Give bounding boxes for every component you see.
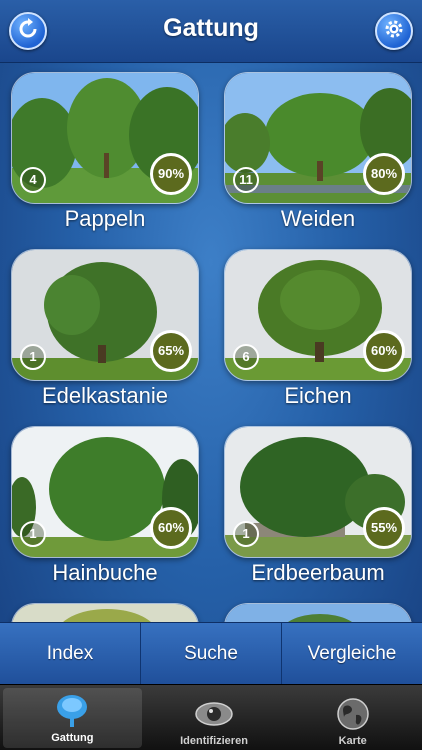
genus-card-erdbeerbaum[interactable]: 1 55% Erdbeerbaum: [224, 426, 412, 585]
genus-card-pappeln[interactable]: 4 90% Pappeln: [11, 72, 199, 231]
count-badge: 1: [20, 344, 46, 370]
genus-grid: 4 90% Pappeln 11 80% Weiden 1 65% Edelka…: [0, 62, 422, 622]
search-button[interactable]: Suche: [141, 623, 282, 685]
genus-name: Erdbeerbaum: [251, 560, 385, 585]
globe-icon: [333, 697, 373, 731]
genus-card-next-left[interactable]: [11, 603, 199, 622]
settings-button[interactable]: [375, 12, 413, 50]
count-badge: 11: [233, 167, 259, 193]
tree-photo: 4 90%: [11, 72, 199, 204]
tree-photo: [11, 603, 199, 622]
tab-gattung[interactable]: Gattung: [3, 688, 142, 748]
match-percent-badge: 60%: [150, 507, 192, 549]
gear-icon: [383, 18, 405, 45]
header-bar: Gattung: [0, 0, 422, 63]
genus-card-edelkastanie[interactable]: 1 65% Edelkastanie: [11, 249, 199, 408]
tree-photo: 11 80%: [224, 72, 412, 204]
match-percent-badge: 55%: [363, 507, 405, 549]
match-percent-badge: 65%: [150, 330, 192, 372]
count-badge: 1: [20, 521, 46, 547]
tree-photo: 1 60%: [11, 426, 199, 558]
index-button[interactable]: Index: [0, 623, 141, 685]
tab-identifizieren[interactable]: Identifizieren: [145, 685, 284, 750]
tab-label: Identifizieren: [180, 735, 248, 747]
genus-name: Eichen: [284, 383, 352, 408]
segmented-control: Index Suche Vergleiche: [0, 622, 422, 685]
genus-card-hainbuche[interactable]: 1 60% Hainbuche: [11, 426, 199, 585]
tab-label: Gattung: [51, 732, 94, 744]
eye-icon: [194, 697, 234, 731]
genus-name: Pappeln: [64, 206, 146, 231]
count-badge: 6: [233, 344, 259, 370]
genus-card-next-right[interactable]: [224, 603, 412, 622]
tree-photo: [224, 603, 412, 622]
match-percent-badge: 90%: [150, 153, 192, 195]
tab-label: Karte: [338, 735, 367, 747]
genus-name: Edelkastanie: [42, 383, 168, 408]
tab-karte[interactable]: Karte: [283, 685, 422, 750]
count-badge: 4: [20, 167, 46, 193]
tree-photo: 6 60%: [224, 249, 412, 381]
match-percent-badge: 80%: [363, 153, 405, 195]
tree-icon: [52, 694, 92, 728]
app: Gattung 4 90% Pappeln 11 80% Weiden 1 65…: [0, 0, 422, 750]
genus-name: Weiden: [280, 206, 356, 231]
page-title: Gattung: [163, 14, 259, 42]
genus-card-weiden[interactable]: 11 80% Weiden: [224, 72, 412, 231]
count-badge: 1: [233, 521, 259, 547]
tree-photo: 1 55%: [224, 426, 412, 558]
tree-photo: 1 65%: [11, 249, 199, 381]
genus-card-eichen[interactable]: 6 60% Eichen: [224, 249, 412, 408]
genus-name: Hainbuche: [52, 560, 158, 585]
tab-bar: Gattung Identifizieren Karte: [0, 684, 422, 750]
match-percent-badge: 60%: [363, 330, 405, 372]
compare-button[interactable]: Vergleiche: [282, 623, 422, 685]
